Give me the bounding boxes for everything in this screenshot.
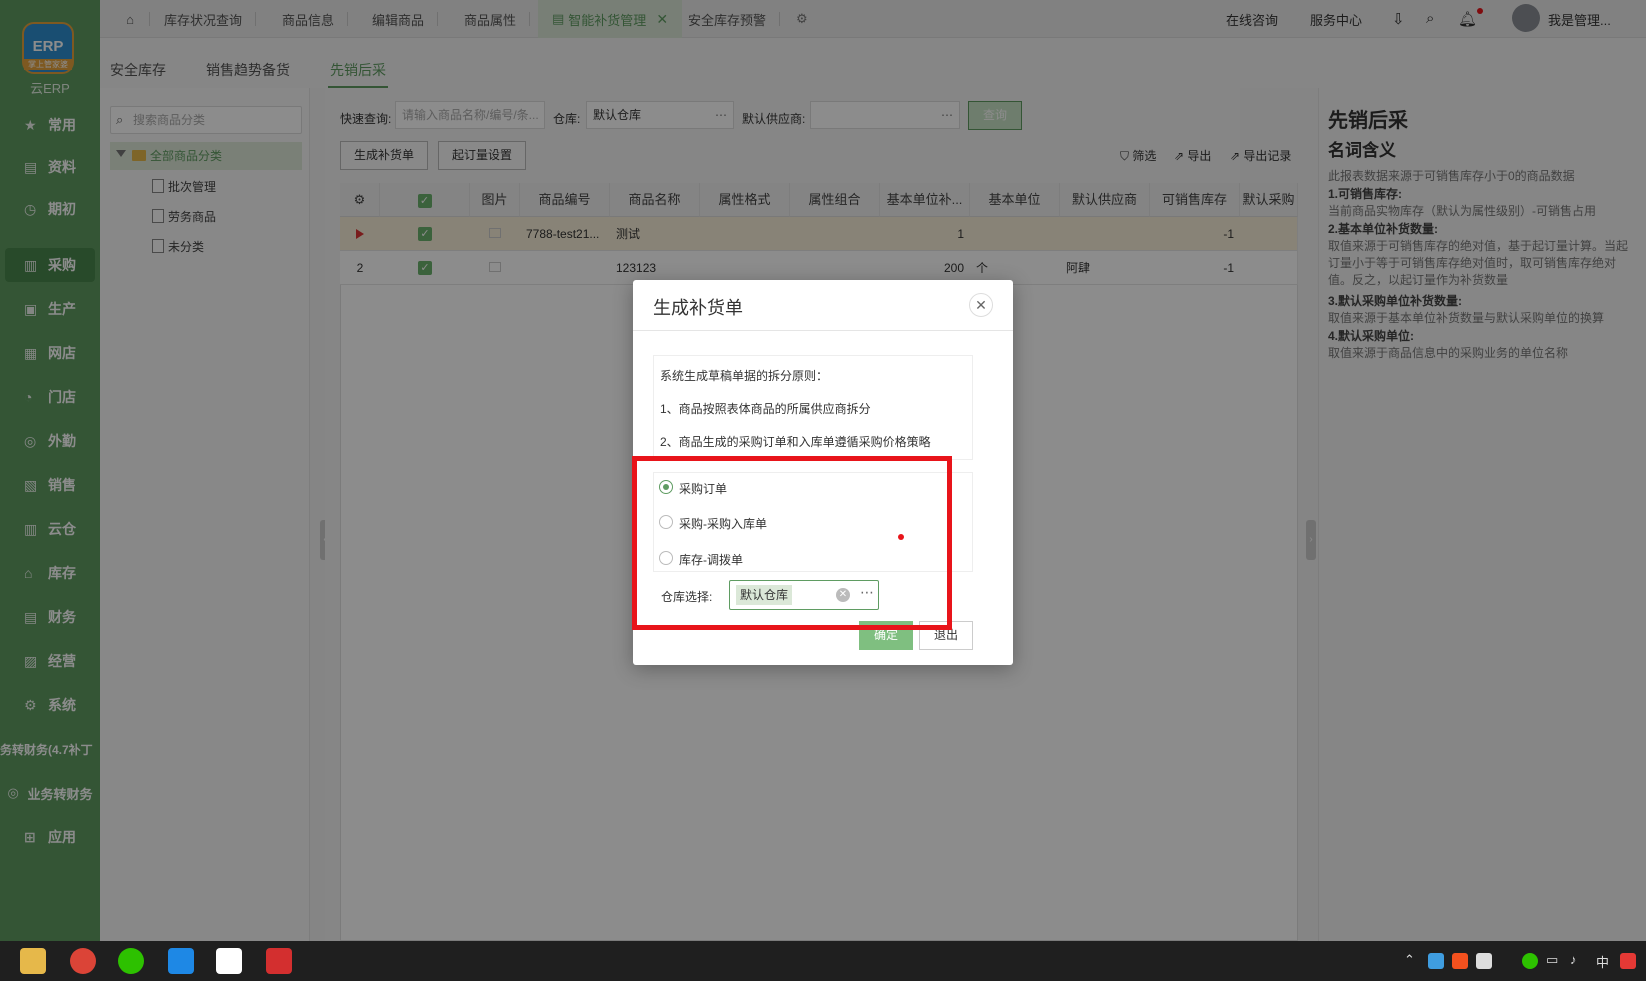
wechat-icon[interactable] [118,948,144,974]
chevron-up-icon[interactable]: ⌃ [1404,952,1415,968]
rule-item: 2、商品生成的采购订单和入库单遵循采购价格策略 [660,435,931,449]
dialog-title: 生成补货单 [653,298,743,318]
tray-app-icon[interactable] [1428,953,1444,969]
tray-sogou-icon[interactable] [1620,953,1636,969]
feishu-icon[interactable] [168,948,194,974]
ime-indicator[interactable]: 中 [1596,952,1609,971]
wps-icon[interactable] [266,948,292,974]
tray-app-icon[interactable] [1452,953,1468,969]
dialog-divider [633,330,1013,331]
rule-item: 1、商品按照表体商品的所属供应商拆分 [660,402,871,416]
tray-wechat-icon[interactable] [1522,953,1538,969]
cursor-marker [898,534,904,540]
tray-app-icon[interactable] [1476,953,1492,969]
highlight-annotation-box [632,456,952,630]
chrome-icon[interactable] [70,948,96,974]
rules-title: 系统生成草稿单据的拆分原则： [660,369,829,383]
erp-app-icon[interactable] [216,948,242,974]
file-explorer-icon[interactable] [20,948,46,974]
close-icon[interactable]: ✕ [969,293,993,317]
taskbar [0,941,1646,981]
network-icon[interactable]: ▭ [1546,952,1558,968]
volume-icon[interactable]: ♪ [1570,952,1577,967]
